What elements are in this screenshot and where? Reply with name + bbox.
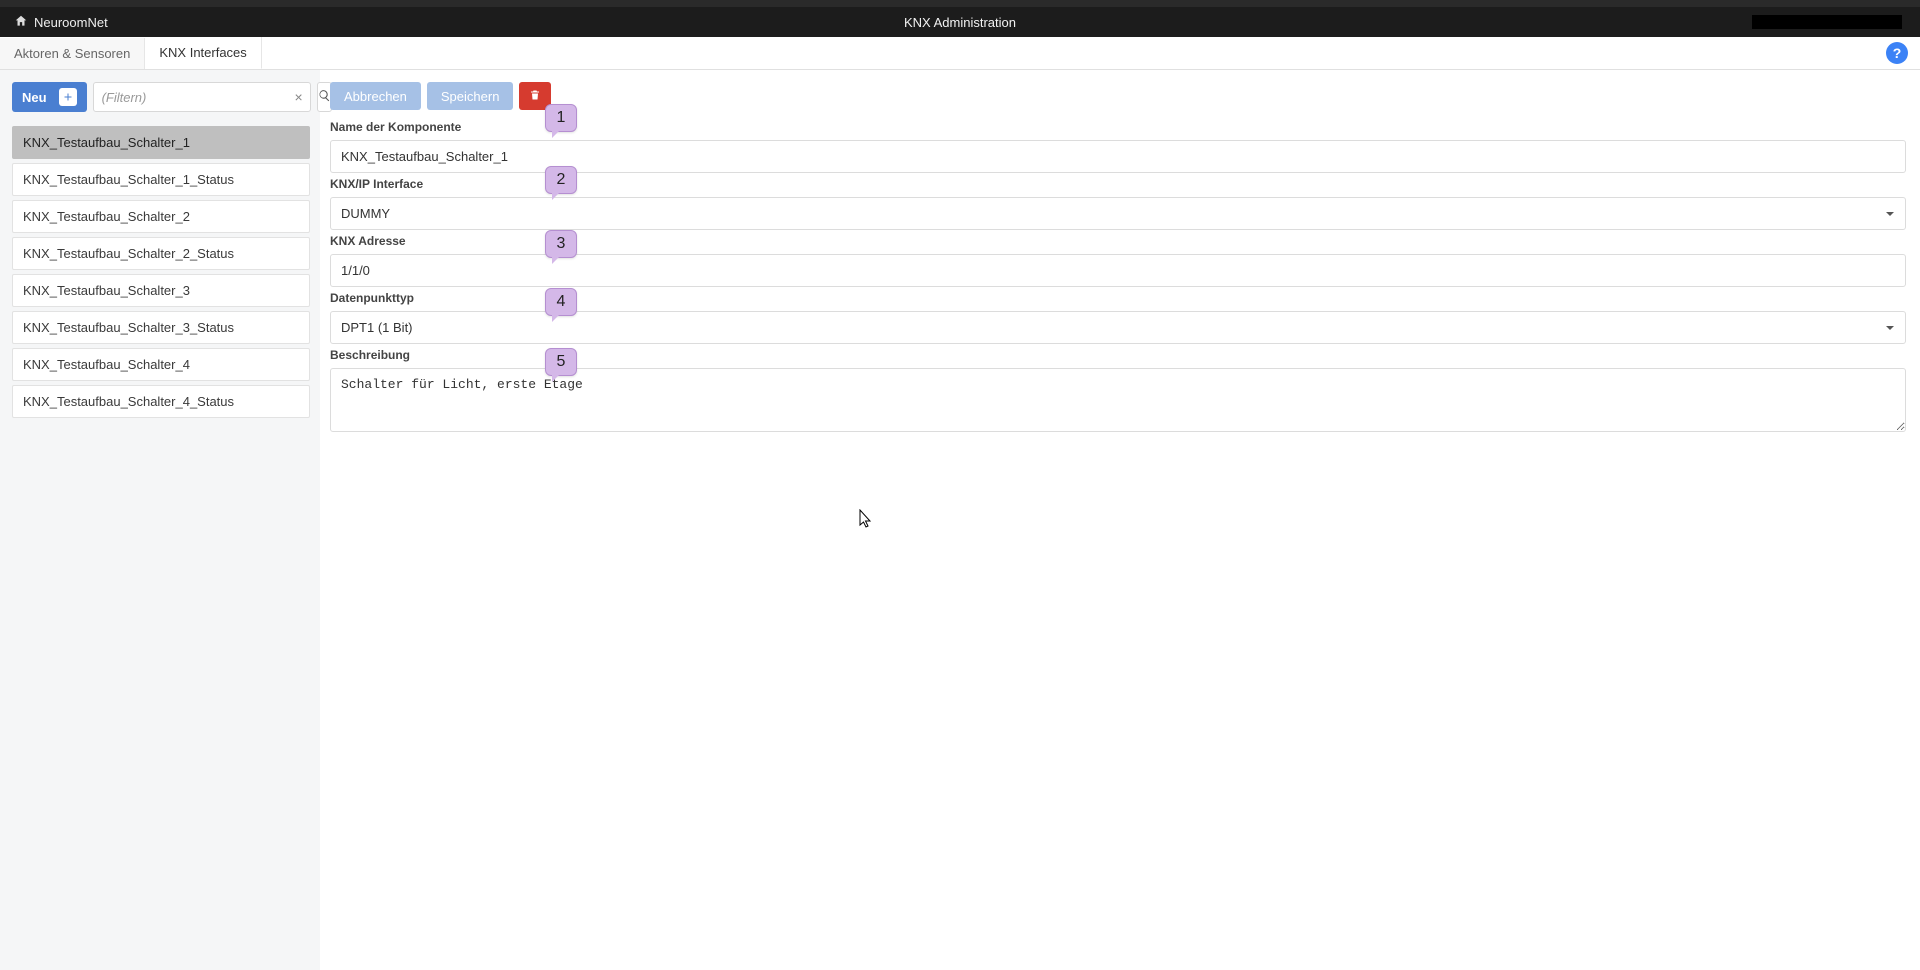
interface-select[interactable] (330, 197, 1906, 230)
trash-icon (529, 89, 541, 104)
filter-input[interactable] (94, 83, 288, 111)
tab-aktoren-sensoren[interactable]: Aktoren & Sensoren (0, 38, 145, 69)
list-item[interactable]: KNX_Testaufbau_Schalter_4_Status (12, 385, 310, 418)
sidebar: Neu × KNX (0, 70, 320, 970)
help-icon[interactable]: ? (1886, 42, 1908, 64)
save-button[interactable]: Speichern (427, 82, 514, 110)
page-title: KNX Administration (904, 15, 1016, 30)
top-bar: NeuroomNet KNX Administration (0, 7, 1920, 37)
callout-1: 1 (545, 104, 577, 132)
cursor-icon (859, 509, 873, 529)
callout-5: 5 (545, 348, 577, 376)
user-area-redacted (1752, 15, 1902, 29)
filter-input-wrap: × (93, 82, 311, 112)
brand-label: NeuroomNet (34, 15, 108, 30)
brand[interactable]: NeuroomNet (0, 14, 108, 31)
list-item[interactable]: KNX_Testaufbau_Schalter_4 (12, 348, 310, 381)
component-list: KNX_Testaufbau_Schalter_1 KNX_Testaufbau… (12, 126, 310, 418)
tab-knx-interfaces[interactable]: KNX Interfaces (145, 37, 261, 69)
callout-4: 4 (545, 288, 577, 316)
home-icon (14, 14, 28, 31)
form-panel: Abbrechen Speichern Name der Komponente … (320, 70, 1920, 970)
tab-strip: Aktoren & Sensoren KNX Interfaces ? (0, 37, 1920, 70)
list-item[interactable]: KNX_Testaufbau_Schalter_2 (12, 200, 310, 233)
list-item[interactable]: KNX_Testaufbau_Schalter_1_Status (12, 163, 310, 196)
cancel-button[interactable]: Abbrechen (330, 82, 421, 110)
clear-filter-icon[interactable]: × (288, 89, 310, 105)
list-item[interactable]: KNX_Testaufbau_Schalter_1 (12, 126, 310, 159)
new-button-label: Neu (22, 90, 47, 105)
list-item[interactable]: KNX_Testaufbau_Schalter_2_Status (12, 237, 310, 270)
new-button[interactable]: Neu (12, 82, 87, 112)
list-item[interactable]: KNX_Testaufbau_Schalter_3_Status (12, 311, 310, 344)
description-textarea[interactable] (330, 368, 1906, 432)
callout-2: 2 (545, 166, 577, 194)
address-input[interactable] (330, 254, 1906, 287)
plus-icon (59, 88, 77, 106)
callout-3: 3 (545, 230, 577, 258)
list-item[interactable]: KNX_Testaufbau_Schalter_3 (12, 274, 310, 307)
